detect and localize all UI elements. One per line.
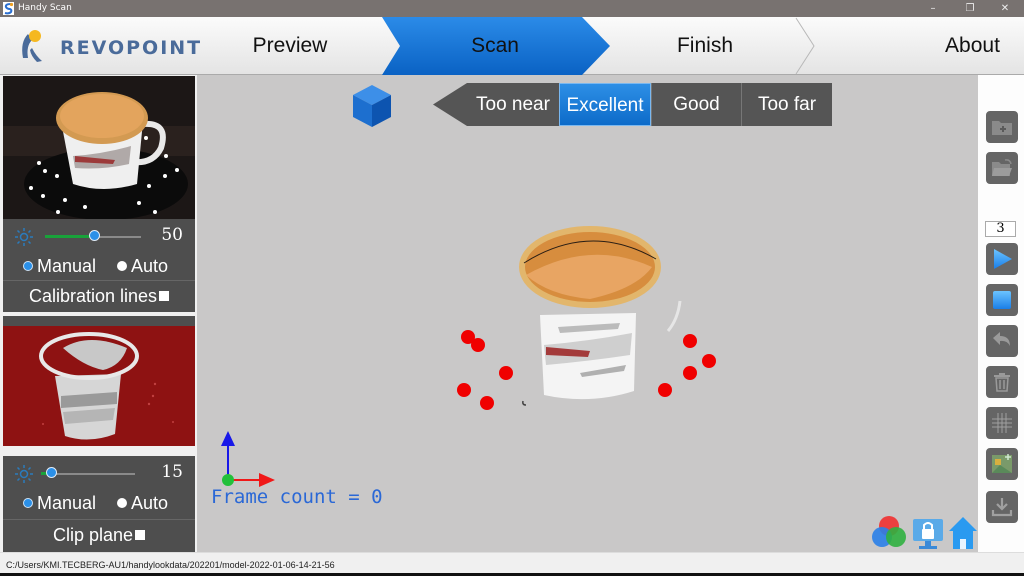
distance-too-near: Too near	[467, 83, 559, 126]
start-scan-button[interactable]	[986, 243, 1018, 275]
camera-panel: 50 Manual Auto Calibration lines 15 Manu…	[0, 75, 197, 552]
app-logo-icon	[3, 2, 14, 15]
frame-step-input[interactable]: 3	[985, 221, 1016, 237]
color-camera-preview	[3, 76, 195, 219]
texture-button[interactable]	[986, 448, 1018, 480]
minimize-button[interactable]: –	[918, 0, 948, 17]
download-icon	[991, 498, 1013, 517]
depth-exposure-value: 15	[161, 462, 183, 482]
color-exposure-fill	[45, 235, 95, 238]
depth-camera-preview	[3, 316, 195, 446]
restore-button[interactable]: ❐	[955, 0, 985, 17]
distance-too-far: Too far	[741, 83, 832, 126]
lock-screen-icon[interactable]	[913, 519, 943, 549]
clip-plane-toggle[interactable]: Clip plane	[3, 519, 195, 549]
open-project-button[interactable]	[986, 152, 1018, 184]
clip-plane-checkbox[interactable]	[135, 530, 146, 540]
auto-label: Auto	[131, 493, 169, 513]
auto-radio[interactable]	[117, 498, 127, 508]
undo-icon	[993, 332, 1010, 346]
nav-separator	[795, 17, 815, 75]
frame-count-label: Frame count = 0	[211, 486, 383, 508]
undo-button[interactable]	[986, 325, 1018, 357]
manual-label: Manual	[37, 493, 97, 513]
calibration-lines-toggle[interactable]: Calibration lines	[3, 280, 195, 310]
depth-exposure-row: 15	[3, 458, 195, 488]
image-icon	[992, 454, 1012, 473]
folder-plus-icon	[992, 121, 1012, 135]
x-axis-arrow	[259, 473, 275, 487]
manual-label: Manual	[37, 256, 97, 276]
manual-radio[interactable]	[23, 261, 33, 271]
delete-button[interactable]	[986, 366, 1018, 398]
stop-icon	[993, 291, 1011, 309]
sun-icon	[15, 228, 33, 246]
grid-icon	[992, 413, 1012, 433]
revopoint-logo: REVOPOINT	[18, 28, 200, 68]
home-view-icon[interactable]	[949, 517, 977, 549]
trash-icon	[994, 373, 1010, 392]
viewport-quick-icons	[869, 513, 978, 552]
distance-excellent: Excellent	[559, 83, 651, 126]
close-button[interactable]: ✕	[990, 0, 1020, 17]
folder-open-icon	[992, 159, 1012, 176]
y-axis-arrow	[221, 431, 235, 446]
depth-camera-controls: 15 Manual Auto Clip plane	[3, 456, 195, 552]
auto-radio[interactable]	[117, 261, 127, 271]
color-exposure-value: 50	[161, 225, 183, 245]
sun-icon	[15, 465, 33, 483]
new-project-button[interactable]	[986, 111, 1018, 143]
coordinate-axes	[221, 431, 275, 487]
depth-exposure-slider-thumb[interactable]	[46, 467, 57, 478]
color-exposure-row: 50	[3, 221, 195, 251]
grid-button[interactable]	[986, 407, 1018, 439]
handy-scan-app: Handy Scan – ❐ ✕ REVOPOINT Preview Scan …	[0, 0, 1024, 576]
depth-mode-row: Manual Auto	[3, 489, 195, 517]
model-path: C:/Users/KMI.TECBERG-AU1/handylookdata/2…	[6, 560, 335, 570]
color-mode-icon[interactable]	[872, 516, 906, 547]
color-exposure-slider-thumb[interactable]	[89, 230, 100, 241]
title-bar: Handy Scan – ❐ ✕	[0, 0, 1024, 17]
distance-good: Good	[651, 83, 741, 126]
clip-plane-label: Clip plane	[52, 525, 134, 545]
tab-about[interactable]: About	[920, 17, 1024, 75]
export-button[interactable]	[986, 491, 1018, 523]
axis-origin	[222, 474, 234, 486]
calibration-lines-label: Calibration lines	[28, 286, 158, 306]
tab-scan[interactable]: Scan	[400, 17, 590, 75]
nav-bar: REVOPOINT Preview Scan Finish About	[0, 17, 1024, 75]
tab-finish[interactable]: Finish	[620, 17, 790, 75]
auto-label: Auto	[131, 256, 169, 276]
status-bar: C:/Users/KMI.TECBERG-AU1/handylookdata/2…	[0, 552, 1024, 576]
revopoint-mark-icon	[22, 30, 42, 62]
tab-preview[interactable]: Preview	[210, 17, 370, 75]
manual-radio[interactable]	[23, 498, 33, 508]
scan-viewport[interactable]: Too near Excellent Good Too far Frame co…	[197, 75, 978, 552]
stop-scan-button[interactable]	[986, 284, 1018, 316]
color-camera-controls: 50 Manual Auto Calibration lines	[3, 219, 195, 312]
right-toolbar: 3	[978, 75, 1024, 552]
brand-name: REVOPOINT	[60, 37, 203, 59]
color-mode-row: Manual Auto	[3, 252, 195, 280]
calibration-lines-checkbox[interactable]	[159, 291, 170, 301]
play-icon	[994, 249, 1012, 269]
window-title: Handy Scan	[18, 3, 72, 13]
scanned-mug-model	[457, 226, 716, 410]
view-cube-icon[interactable]	[351, 83, 393, 129]
